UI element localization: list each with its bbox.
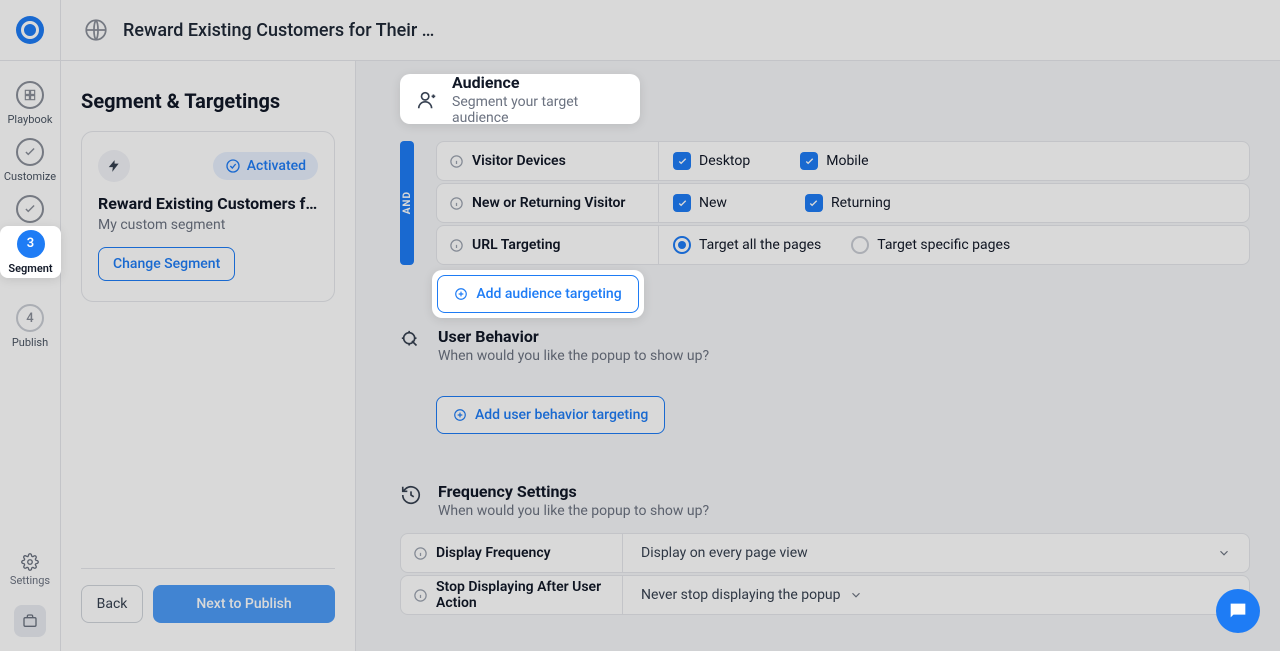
info-icon (413, 546, 428, 561)
step-label: Playbook (7, 113, 52, 126)
briefcase-icon (22, 613, 38, 629)
card-sub: My custom segment (98, 217, 318, 233)
rule-new-returning: New or Returning Visitor New Returning (436, 183, 1250, 223)
person-icon (416, 89, 438, 111)
frequency-display-row: Display Frequency Display on every page … (400, 533, 1250, 573)
behavior-head: User Behavior When would you like the po… (400, 327, 1250, 364)
back-button[interactable]: Back (81, 585, 143, 623)
add-audience-highlight: Add audience targeting (432, 270, 644, 318)
sidebar-step-playbook[interactable]: Playbook (0, 75, 61, 132)
add-behavior-button[interactable]: Add user behavior targeting (436, 396, 665, 434)
step-label: Publish (12, 336, 48, 349)
radio-target-all[interactable]: Target all the pages (673, 236, 821, 254)
chevron-down-icon (1217, 546, 1231, 560)
step-label: Customize (4, 170, 56, 183)
chevron-down-icon (849, 588, 863, 602)
segment-card: Activated Reward Existing Customers for … (81, 131, 335, 302)
change-segment-button[interactable]: Change Segment (98, 247, 235, 281)
cursor-click-icon (400, 329, 422, 351)
chat-icon (1227, 600, 1249, 622)
briefcase-button[interactable] (14, 605, 46, 637)
plus-circle-icon (453, 408, 467, 422)
sidebar-step-segment[interactable]: 3 Segment (0, 226, 61, 278)
rule-url-targeting: URL Targeting Target all the pages Targe… (436, 225, 1250, 265)
main-content: AND Visitor Devices Desktop Mobile New o… (356, 61, 1280, 651)
settings-link[interactable]: Settings (10, 553, 50, 587)
audience-rules: AND Visitor Devices Desktop Mobile New o… (400, 141, 1250, 265)
radio-target-specific[interactable]: Target specific pages (851, 236, 1010, 254)
chat-fab[interactable] (1216, 589, 1260, 633)
info-icon (413, 588, 428, 603)
audience-header-highlight: Audience Segment your target audience (400, 74, 640, 124)
card-heading: Reward Existing Customers for Th… (98, 194, 318, 213)
sidebar-step-customize[interactable]: Customize (0, 132, 61, 189)
checkbox-returning[interactable]: Returning (805, 194, 891, 212)
bolt-icon (98, 150, 130, 182)
checkbox-desktop[interactable]: Desktop (673, 152, 750, 170)
rule-visitor-devices: Visitor Devices Desktop Mobile (436, 141, 1250, 181)
segment-panel: Segment & Targetings Activated Reward Ex… (61, 61, 356, 651)
frequency-head: Frequency Settings When would you like t… (400, 482, 1250, 519)
next-button[interactable]: Next to Publish (153, 585, 335, 623)
page-title: Reward Existing Customers for Their … (123, 20, 434, 41)
status-badge: Activated (213, 152, 318, 180)
gear-icon (21, 553, 39, 571)
checkbox-mobile[interactable]: Mobile (800, 152, 868, 170)
check-circle-icon (225, 158, 241, 174)
add-audience-button[interactable]: Add audience targeting (437, 275, 638, 313)
frequency-stop-row: Stop Displaying After User Action Never … (400, 575, 1250, 615)
history-icon (400, 484, 422, 506)
info-icon (449, 238, 464, 253)
sidebar: Playbook Customize Style 4 Publish Setti… (0, 61, 61, 651)
frequency-stop-select[interactable]: Never stop displaying the popup (623, 587, 1249, 603)
and-rail: AND (400, 141, 414, 265)
info-icon (449, 154, 464, 169)
globe-icon (83, 17, 109, 43)
app-logo[interactable] (0, 0, 61, 61)
frequency-display-select[interactable]: Display on every page view (623, 545, 1249, 561)
top-bar: Reward Existing Customers for Their … (0, 0, 1280, 61)
sidebar-step-publish[interactable]: 4 Publish (0, 298, 61, 355)
checkbox-new[interactable]: New (673, 194, 727, 212)
info-icon (449, 196, 464, 211)
panel-title: Segment & Targetings (81, 89, 335, 113)
plus-circle-icon (454, 287, 468, 301)
